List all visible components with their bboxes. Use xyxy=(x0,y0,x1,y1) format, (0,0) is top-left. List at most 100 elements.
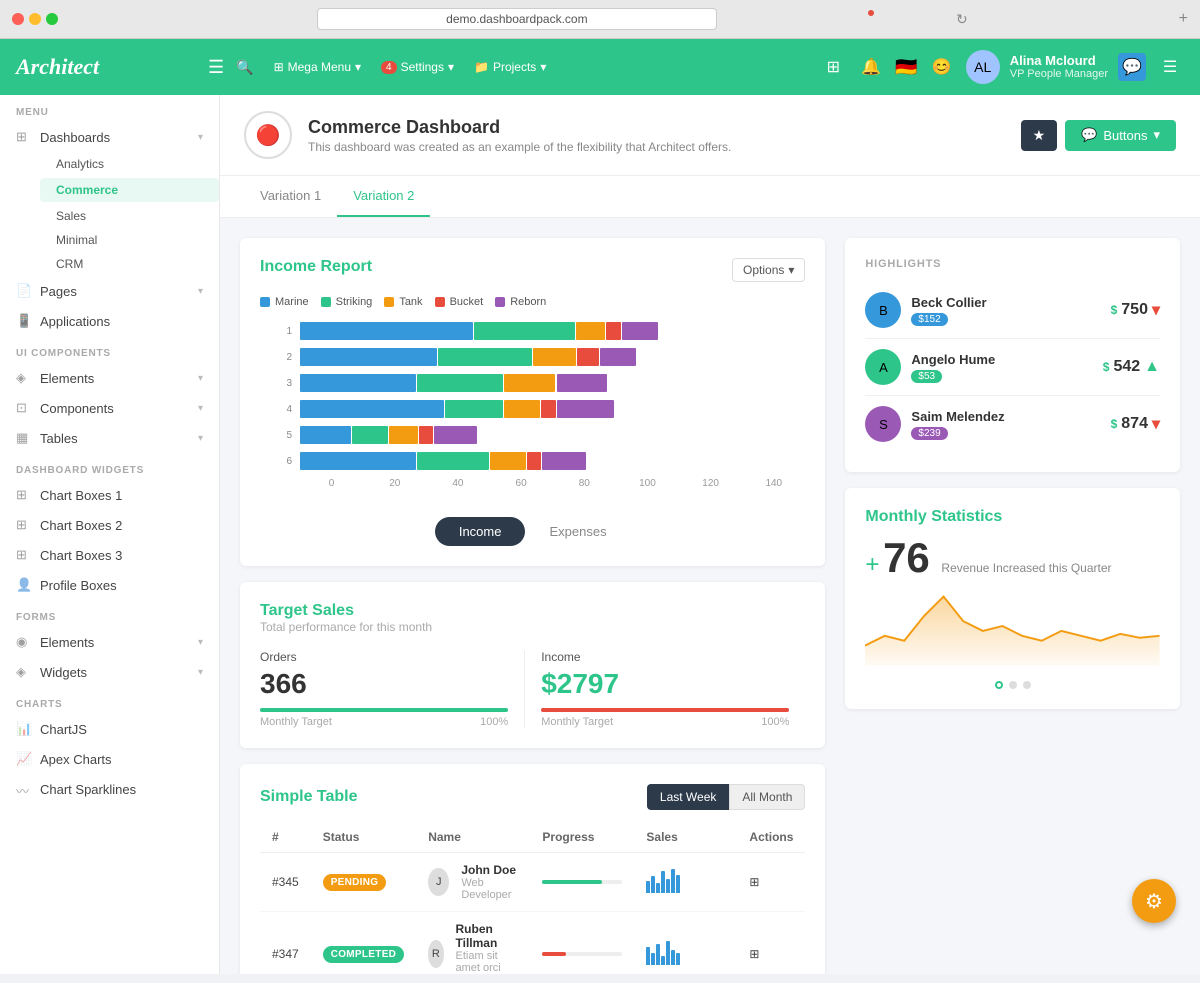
spark-bar xyxy=(676,875,680,893)
sidebar-item-chart-boxes-1[interactable]: ⊞ Chart Boxes 1 xyxy=(0,480,219,510)
sidebar-item-applications[interactable]: 📱 Applications xyxy=(0,306,219,336)
sidebar-item-pages[interactable]: 📄 Pages ▾ xyxy=(0,276,219,306)
highlights-card: HIGHLIGHTS B Beck Collier $152 $ 750 ▾ A… xyxy=(845,238,1180,472)
buttons-dropdown[interactable]: 💬 Buttons ▾ xyxy=(1065,120,1176,151)
close-dot[interactable] xyxy=(12,13,24,25)
page-header-text: Commerce Dashboard This dashboard was cr… xyxy=(308,117,731,154)
target-sales-title: Target Sales xyxy=(260,602,805,620)
browser-traffic-lights xyxy=(12,13,58,25)
bar-segment xyxy=(527,452,541,470)
reload-icon[interactable]: ↻ xyxy=(956,11,968,28)
settings-fab[interactable]: ⚙ xyxy=(1132,879,1176,923)
col-name: Name xyxy=(416,822,530,853)
settings-button[interactable]: 4 Settings ▾ xyxy=(373,56,462,78)
mega-menu-button[interactable]: ⊞ Mega Menu ▾ xyxy=(266,56,369,78)
sidebar-subitem-crm[interactable]: CRM xyxy=(40,252,219,276)
minimize-dot[interactable] xyxy=(29,13,41,25)
sidebar-label-chart-boxes-1: Chart Boxes 1 xyxy=(40,488,203,503)
chevron-down-icon: ▾ xyxy=(355,60,361,74)
cell-status: COMPLETED xyxy=(311,912,416,975)
star-button[interactable]: ★ xyxy=(1021,120,1058,151)
maximize-dot[interactable] xyxy=(46,13,58,25)
sidebar-item-chart-sparklines[interactable]: 〰 Chart Sparklines xyxy=(0,774,219,804)
sidebar-item-dashboards[interactable]: ⊞ Dashboards ▾ xyxy=(0,122,219,152)
col-sales: Sales xyxy=(634,822,737,853)
bar-segment xyxy=(445,400,503,418)
dashboard-section-label: DASHBOARD WIDGETS xyxy=(0,453,219,480)
orders-label: Orders xyxy=(260,650,508,664)
spark-bar xyxy=(666,941,670,965)
language-flag[interactable]: 🇩🇪 xyxy=(895,57,917,78)
user-info: Alina Mclourd VP People Manager xyxy=(1010,53,1108,82)
tabs: Variation 1 Variation 2 xyxy=(220,176,1200,218)
sidebar-subitem-commerce[interactable]: Commerce xyxy=(40,178,219,202)
cell-status: PENDING xyxy=(311,853,416,912)
sidebar-item-form-elements[interactable]: ◉ Elements ▾ xyxy=(0,627,219,657)
sidebar-item-form-widgets[interactable]: ◈ Widgets ▾ xyxy=(0,657,219,687)
options-button[interactable]: Options ▾ xyxy=(732,258,805,282)
axis-label: 120 xyxy=(679,478,742,489)
bar-label: 6 xyxy=(280,456,292,467)
cell-actions[interactable]: ⊞ xyxy=(737,912,805,975)
hamburger-icon[interactable]: ☰ xyxy=(208,57,224,78)
app-container: Architect ☰ 🔍 ⊞ Mega Menu ▾ 4 Settings ▾… xyxy=(0,39,1200,974)
legend-tank: Tank xyxy=(384,296,422,308)
sidebar-label-apex-charts: Apex Charts xyxy=(40,752,203,767)
charts-section-label: CHARTS xyxy=(0,687,219,714)
notification-icon[interactable]: 🔔 xyxy=(857,53,885,81)
sidebar-item-chart-boxes-3[interactable]: ⊞ Chart Boxes 3 xyxy=(0,540,219,570)
bar-row: 6 xyxy=(280,452,805,470)
last-week-btn[interactable]: Last Week xyxy=(647,784,729,810)
expand-button[interactable]: + xyxy=(1179,10,1188,28)
income-progress-bar xyxy=(541,708,789,712)
sidebar-item-apex-charts[interactable]: 📈 Apex Charts xyxy=(0,744,219,774)
bar-segment xyxy=(557,374,608,392)
sidebar-item-elements[interactable]: ◈ Elements ▾ xyxy=(0,363,219,393)
income-progress-track xyxy=(541,708,789,712)
address-bar[interactable]: demo.dashboardpack.com xyxy=(317,8,717,30)
menu-section-label: MENU xyxy=(0,95,219,122)
carousel-dot-1[interactable] xyxy=(995,681,1003,689)
chat-icon[interactable]: 💬 xyxy=(1118,53,1146,81)
axis-label: 0 xyxy=(300,478,363,489)
smiley-icon[interactable]: 😊 xyxy=(928,53,956,81)
sidebar-item-tables[interactable]: ▦ Tables ▾ xyxy=(0,423,219,453)
sidebar-subitem-sales[interactable]: Sales xyxy=(40,204,219,228)
income-toggle-btn[interactable]: Income xyxy=(435,517,526,546)
target-income: Income $2797 Monthly Target 100% xyxy=(524,650,805,728)
sidebar-item-profile-boxes[interactable]: 👤 Profile Boxes xyxy=(0,570,219,600)
carousel-dot-2[interactable] xyxy=(1009,681,1017,689)
folder-icon: 📁 xyxy=(474,60,489,74)
projects-button[interactable]: 📁 Projects ▾ xyxy=(466,56,554,78)
sidebar-subitem-analytics[interactable]: Analytics xyxy=(40,152,219,176)
tab-variation-2[interactable]: Variation 2 xyxy=(337,176,430,217)
spark-bar xyxy=(651,953,655,965)
more-menu-icon[interactable]: ☰ xyxy=(1156,53,1184,81)
carousel-dots xyxy=(865,681,1160,689)
content-area: Income Report Options ▾ Marine xyxy=(220,218,1200,974)
monthly-stats-title: Monthly Statistics xyxy=(865,508,1160,526)
spark-bar xyxy=(656,883,660,893)
bar-label: 5 xyxy=(280,430,292,441)
sidebar-item-chartjs[interactable]: 📊 ChartJS xyxy=(0,714,219,744)
applications-icon: 📱 xyxy=(16,313,32,329)
highlight-amount: $ 750 ▾ xyxy=(1111,300,1160,320)
dashboard-icon: ⊞ xyxy=(16,129,32,145)
cell-actions[interactable]: ⊞ xyxy=(737,853,805,912)
grid-apps-icon[interactable]: ⊞ xyxy=(819,53,847,81)
chevron-down-icon: ▾ xyxy=(540,60,546,74)
topbar-nav: ⊞ Mega Menu ▾ 4 Settings ▾ 📁 Projects ▾ xyxy=(266,56,555,78)
sidebar-item-chart-boxes-2[interactable]: ⊞ Chart Boxes 2 xyxy=(0,510,219,540)
sidebar-subitem-minimal[interactable]: Minimal xyxy=(40,228,219,252)
avatar[interactable]: AL xyxy=(966,50,1000,84)
carousel-dot-3[interactable] xyxy=(1023,681,1031,689)
simple-table: # Status Name Progress Sales Actions #34… xyxy=(260,822,805,974)
bar-track xyxy=(300,452,805,470)
col-id: # xyxy=(260,822,311,853)
tab-variation-1[interactable]: Variation 1 xyxy=(244,176,337,217)
all-month-btn[interactable]: All Month xyxy=(729,784,805,810)
legend-marine: Marine xyxy=(260,296,309,308)
expenses-toggle-btn[interactable]: Expenses xyxy=(525,517,630,546)
tables-icon: ▦ xyxy=(16,430,32,446)
sidebar-item-components[interactable]: ⊡ Components ▾ xyxy=(0,393,219,423)
